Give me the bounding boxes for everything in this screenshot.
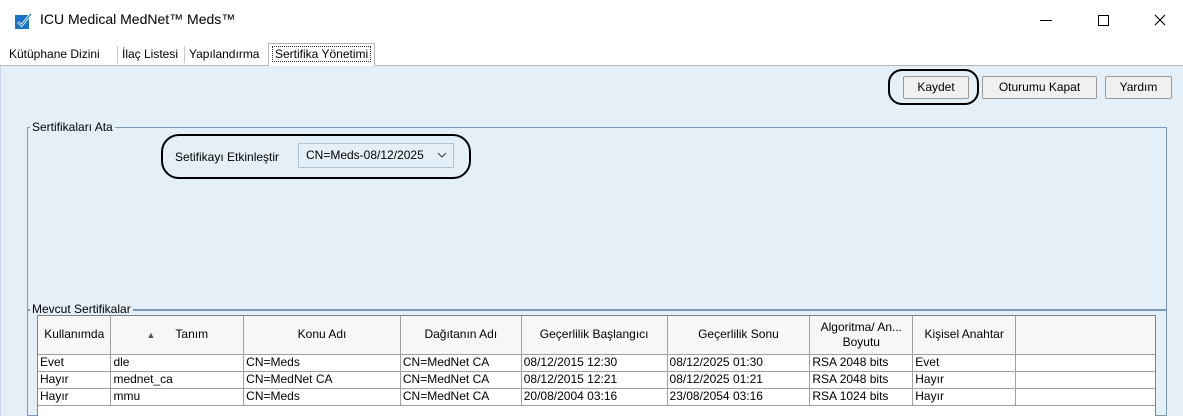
cell-subject-name: CN=MedNet CA	[243, 371, 401, 389]
cell-issuer-name: CN=MedNet CA	[400, 371, 522, 389]
tab-configuration[interactable]: Yapılandırma	[186, 45, 262, 65]
column-header-algorithm-key-size[interactable]: Algoritma/ An... Boyutu	[809, 316, 914, 355]
cell-valid-from: 08/12/2015 12:21	[521, 371, 668, 389]
table-header-row: Kullanımda ▲ Tanım Konu Adı Dağıtanın Adı…	[38, 316, 1155, 355]
cell-private-key: Evet	[912, 354, 1017, 372]
cell-description: mednet_ca	[110, 371, 245, 389]
cell-filler	[1015, 354, 1155, 372]
table-row[interactable]: Hayır mednet_ca CN=MedNet CA CN=MedNet C…	[38, 371, 1155, 389]
tab-certificate-management-label: Sertifika Yönetimi	[272, 46, 372, 62]
tab-divider	[184, 46, 185, 63]
cell-algorithm: RSA 2048 bits	[809, 354, 914, 372]
logout-button[interactable]: Oturumu Kapat	[982, 76, 1097, 99]
cell-valid-from: 20/08/2004 03:16	[521, 388, 668, 406]
cell-private-key: Hayır	[912, 371, 1017, 389]
column-header-filler	[1015, 316, 1155, 355]
activate-certificate-label: Setifikayı Etkinleştir	[175, 150, 280, 164]
maximize-icon	[1097, 14, 1109, 26]
minimize-icon	[1040, 19, 1052, 21]
cell-private-key: Hayır	[912, 388, 1017, 406]
maximize-button[interactable]	[1080, 0, 1126, 40]
title-bar: ICU Medical MedNet™ Meds™	[0, 0, 1183, 40]
minimize-button[interactable]	[1023, 0, 1069, 40]
column-header-subject-name[interactable]: Konu Adı	[243, 316, 401, 355]
chevron-down-icon	[437, 152, 447, 158]
cell-description: mmu	[110, 388, 245, 406]
sort-ascending-icon: ▲	[146, 329, 156, 340]
cell-algorithm: RSA 2048 bits	[809, 371, 914, 389]
tab-drug-list[interactable]: İlaç Listesi	[119, 45, 181, 65]
save-button[interactable]: Kaydet	[903, 76, 969, 99]
cell-description: dle	[110, 354, 245, 372]
cell-algorithm: RSA 1024 bits	[809, 388, 914, 406]
cell-issuer-name: CN=MedNet CA	[400, 388, 522, 406]
table-row[interactable]: Evet dle CN=Meds CN=MedNet CA 08/12/2015…	[38, 354, 1155, 372]
tab-library-directory[interactable]: Kütüphane Dizini	[6, 45, 103, 65]
cell-valid-to: 08/12/2025 01:30	[667, 354, 811, 372]
assign-certificates-title: Sertifikaları Ata	[30, 119, 115, 135]
help-button[interactable]: Yardım	[1105, 76, 1172, 99]
close-button[interactable]	[1137, 0, 1183, 40]
certificate-select-value: CN=Meds-08/12/2025	[306, 148, 424, 162]
column-header-description[interactable]: ▲ Tanım	[110, 316, 245, 355]
certificate-select[interactable]: CN=Meds-08/12/2025	[298, 143, 454, 168]
cell-valid-to: 08/12/2025 01:21	[667, 371, 811, 389]
cell-filler	[1015, 388, 1155, 406]
column-header-issuer-name[interactable]: Dağıtanın Adı	[400, 316, 522, 355]
tab-divider	[117, 46, 118, 63]
cell-issuer-name: CN=MedNet CA	[400, 354, 522, 372]
main-panel: Kaydet Oturumu Kapat Yardım Sertifikalar…	[0, 66, 1183, 416]
close-icon	[1154, 14, 1166, 26]
certificates-table: Kullanımda ▲ Tanım Konu Adı Dağıtanın Adı…	[37, 315, 1156, 416]
column-header-valid-from[interactable]: Geçerlilik Başlangıcı	[521, 316, 668, 355]
column-header-in-use[interactable]: Kullanımda	[38, 316, 112, 355]
tab-bar: Kütüphane Dizini İlaç Listesi Yapılandır…	[0, 40, 1183, 67]
cell-subject-name: CN=Meds	[243, 388, 401, 406]
cell-subject-name: CN=Meds	[243, 354, 401, 372]
cell-filler	[1015, 371, 1155, 389]
cell-in-use: Hayır	[38, 371, 112, 389]
column-header-valid-to[interactable]: Geçerlilik Sonu	[667, 316, 811, 355]
table-row[interactable]: Hayır mmu CN=Meds CN=MedNet CA 20/08/200…	[38, 388, 1155, 406]
cell-valid-from: 08/12/2015 12:30	[521, 354, 668, 372]
checkmark-icon	[15, 13, 33, 29]
window-title: ICU Medical MedNet™ Meds™	[40, 11, 236, 27]
column-header-description-label: Tanım	[175, 326, 209, 341]
cell-in-use: Evet	[38, 354, 112, 372]
cell-valid-to: 23/08/2054 03:16	[667, 388, 811, 406]
tab-certificate-management[interactable]: Sertifika Yönetimi	[268, 43, 376, 67]
cell-in-use: Hayır	[38, 388, 112, 406]
column-header-private-key[interactable]: Kişisel Anahtar	[912, 316, 1017, 355]
